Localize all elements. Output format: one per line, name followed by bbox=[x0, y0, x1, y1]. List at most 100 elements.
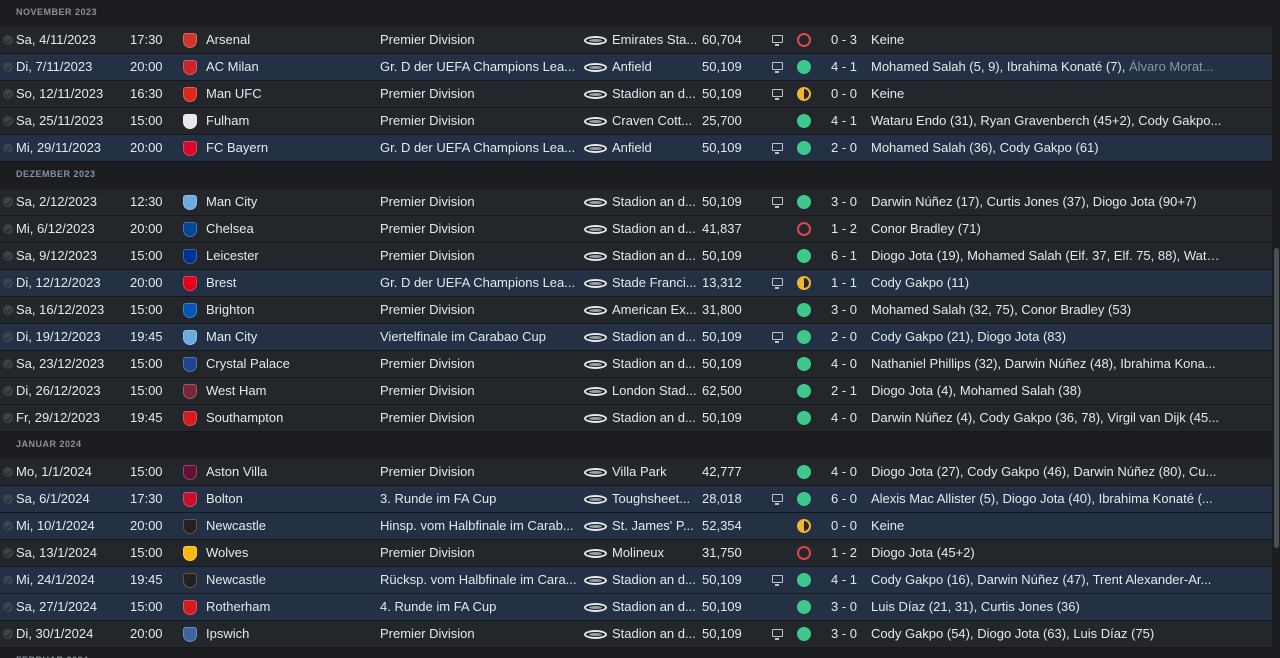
match-row[interactable]: Sa, 25/11/2023 15:00 Fulham Premier Divisio… bbox=[0, 108, 1272, 135]
competition-link[interactable]: Premier Division bbox=[380, 405, 578, 431]
match-score[interactable]: 4 - 1 bbox=[826, 108, 862, 134]
stadium-link[interactable]: Stadion an d... bbox=[612, 189, 698, 215]
opponent-link[interactable]: Man City bbox=[206, 189, 371, 215]
competition-link[interactable]: Premier Division bbox=[380, 378, 578, 404]
opponent-link[interactable]: Southampton bbox=[206, 405, 371, 431]
opponent-link[interactable]: Man UFC bbox=[206, 81, 371, 107]
match-score[interactable]: 0 - 0 bbox=[826, 81, 862, 107]
stadium-link[interactable]: Stadion an d... bbox=[612, 243, 698, 269]
stadium-link[interactable]: Stadion an d... bbox=[612, 216, 698, 242]
match-row[interactable]: Di, 12/12/2023 20:00 Brest Gr. D der UEFA C… bbox=[0, 270, 1272, 297]
opponent-link[interactable]: Brest bbox=[206, 270, 371, 296]
opponent-link[interactable]: West Ham bbox=[206, 378, 371, 404]
match-row[interactable]: Mi, 29/11/2023 20:00 FC Bayern Gr. D der UE… bbox=[0, 135, 1272, 162]
match-score[interactable]: 3 - 0 bbox=[826, 621, 862, 647]
match-row[interactable]: Mo, 1/1/2024 15:00 Aston Villa Premier Divi… bbox=[0, 459, 1272, 486]
opponent-link[interactable]: Rotherham bbox=[206, 594, 371, 620]
stadium-link[interactable]: Toughsheet... bbox=[612, 486, 698, 512]
competition-link[interactable]: Premier Division bbox=[380, 297, 578, 323]
stadium-link[interactable]: American Ex... bbox=[612, 297, 698, 323]
stadium-link[interactable]: London Stad... bbox=[612, 378, 698, 404]
match-score[interactable]: 1 - 1 bbox=[826, 270, 862, 296]
opponent-link[interactable]: Leicester bbox=[206, 243, 371, 269]
stadium-link[interactable]: Stadion an d... bbox=[612, 324, 698, 350]
competition-link[interactable]: Hinsp. vom Halbfinale im Carab... bbox=[380, 513, 578, 539]
match-row[interactable]: Sa, 13/1/2024 15:00 Wolves Premier Division… bbox=[0, 540, 1272, 567]
scrollbar-thumb[interactable] bbox=[1274, 248, 1279, 548]
opponent-link[interactable]: AC Milan bbox=[206, 54, 371, 80]
competition-link[interactable]: Premier Division bbox=[380, 27, 578, 53]
stadium-link[interactable]: Craven Cott... bbox=[612, 108, 698, 134]
match-score[interactable]: 2 - 0 bbox=[826, 135, 862, 161]
match-row[interactable]: Mi, 24/1/2024 19:45 Newcastle Rücksp. vom H… bbox=[0, 567, 1272, 594]
match-score[interactable]: 4 - 0 bbox=[826, 459, 862, 485]
match-row[interactable]: Fr, 29/12/2023 19:45 Southampton Premier Di… bbox=[0, 405, 1272, 432]
stadium-link[interactable]: Molineux bbox=[612, 540, 698, 566]
opponent-link[interactable]: Fulham bbox=[206, 108, 371, 134]
match-row[interactable]: Di, 19/12/2023 19:45 Man City Viertelfinale… bbox=[0, 324, 1272, 351]
competition-link[interactable]: Premier Division bbox=[380, 81, 578, 107]
scrollbar-track[interactable] bbox=[1272, 0, 1280, 658]
opponent-link[interactable]: Crystal Palace bbox=[206, 351, 371, 377]
competition-link[interactable]: Premier Division bbox=[380, 621, 578, 647]
opponent-link[interactable]: Brighton bbox=[206, 297, 371, 323]
stadium-link[interactable]: Stade Franci... bbox=[612, 270, 698, 296]
match-score[interactable]: 2 - 1 bbox=[826, 378, 862, 404]
competition-link[interactable]: Premier Division bbox=[380, 216, 578, 242]
match-score[interactable]: 3 - 0 bbox=[826, 297, 862, 323]
match-row[interactable]: Sa, 27/1/2024 15:00 Rotherham 4. Runde im F… bbox=[0, 594, 1272, 621]
match-row[interactable]: So, 12/11/2023 16:30 Man UFC Premier Divisi… bbox=[0, 81, 1272, 108]
match-score[interactable]: 6 - 1 bbox=[826, 243, 862, 269]
match-row[interactable]: Sa, 16/12/2023 15:00 Brighton Premier Divis… bbox=[0, 297, 1272, 324]
stadium-link[interactable]: Emirates Sta... bbox=[612, 27, 698, 53]
match-score[interactable]: 1 - 2 bbox=[826, 216, 862, 242]
competition-link[interactable]: 4. Runde im FA Cup bbox=[380, 594, 578, 620]
competition-link[interactable]: Premier Division bbox=[380, 351, 578, 377]
competition-link[interactable]: Premier Division bbox=[380, 243, 578, 269]
match-row[interactable]: Sa, 2/12/2023 12:30 Man City Premier Divisi… bbox=[0, 189, 1272, 216]
competition-link[interactable]: Gr. D der UEFA Champions Lea... bbox=[380, 135, 578, 161]
match-score[interactable]: 0 - 3 bbox=[826, 27, 862, 53]
match-score[interactable]: 4 - 1 bbox=[826, 567, 862, 593]
competition-link[interactable]: Rücksp. vom Halbfinale im Cara... bbox=[380, 567, 578, 593]
match-row[interactable]: Di, 7/11/2023 20:00 AC Milan Gr. D der UEFA… bbox=[0, 54, 1272, 81]
match-score[interactable]: 6 - 0 bbox=[826, 486, 862, 512]
competition-link[interactable]: Premier Division bbox=[380, 108, 578, 134]
opponent-link[interactable]: Man City bbox=[206, 324, 371, 350]
opponent-link[interactable]: Arsenal bbox=[206, 27, 371, 53]
match-row[interactable]: Sa, 23/12/2023 15:00 Crystal Palace Premier… bbox=[0, 351, 1272, 378]
opponent-link[interactable]: FC Bayern bbox=[206, 135, 371, 161]
match-score[interactable]: 3 - 0 bbox=[826, 594, 862, 620]
match-score[interactable]: 0 - 0 bbox=[826, 513, 862, 539]
match-score[interactable]: 4 - 0 bbox=[826, 405, 862, 431]
competition-link[interactable]: Premier Division bbox=[380, 459, 578, 485]
opponent-link[interactable]: Chelsea bbox=[206, 216, 371, 242]
competition-link[interactable]: 3. Runde im FA Cup bbox=[380, 486, 578, 512]
opponent-link[interactable]: Newcastle bbox=[206, 513, 371, 539]
stadium-link[interactable]: Anfield bbox=[612, 54, 698, 80]
match-row[interactable]: Di, 30/1/2024 20:00 Ipswich Premier Divisio… bbox=[0, 621, 1272, 648]
match-row[interactable]: Mi, 6/12/2023 20:00 Chelsea Premier Divisio… bbox=[0, 216, 1272, 243]
competition-link[interactable]: Viertelfinale im Carabao Cup bbox=[380, 324, 578, 350]
match-score[interactable]: 4 - 1 bbox=[826, 54, 862, 80]
match-score[interactable]: 3 - 0 bbox=[826, 189, 862, 215]
stadium-link[interactable]: Stadion an d... bbox=[612, 81, 698, 107]
stadium-link[interactable]: Stadion an d... bbox=[612, 405, 698, 431]
match-row[interactable]: Mi, 10/1/2024 20:00 Newcastle Hinsp. vom Ha… bbox=[0, 513, 1272, 540]
competition-link[interactable]: Gr. D der UEFA Champions Lea... bbox=[380, 270, 578, 296]
match-score[interactable]: 1 - 2 bbox=[826, 540, 862, 566]
stadium-link[interactable]: Anfield bbox=[612, 135, 698, 161]
match-score[interactable]: 4 - 0 bbox=[826, 351, 862, 377]
opponent-link[interactable]: Newcastle bbox=[206, 567, 371, 593]
opponent-link[interactable]: Wolves bbox=[206, 540, 371, 566]
match-row[interactable]: Di, 26/12/2023 15:00 West Ham Premier Divis… bbox=[0, 378, 1272, 405]
stadium-link[interactable]: Stadion an d... bbox=[612, 621, 698, 647]
competition-link[interactable]: Premier Division bbox=[380, 540, 578, 566]
match-row[interactable]: Sa, 9/12/2023 15:00 Leicester Premier Divis… bbox=[0, 243, 1272, 270]
opponent-link[interactable]: Ipswich bbox=[206, 621, 371, 647]
opponent-link[interactable]: Aston Villa bbox=[206, 459, 371, 485]
stadium-link[interactable]: Villa Park bbox=[612, 459, 698, 485]
stadium-link[interactable]: Stadion an d... bbox=[612, 594, 698, 620]
match-row[interactable]: Sa, 4/11/2023 17:30 Arsenal Premier Divisio… bbox=[0, 27, 1272, 54]
stadium-link[interactable]: Stadion an d... bbox=[612, 567, 698, 593]
